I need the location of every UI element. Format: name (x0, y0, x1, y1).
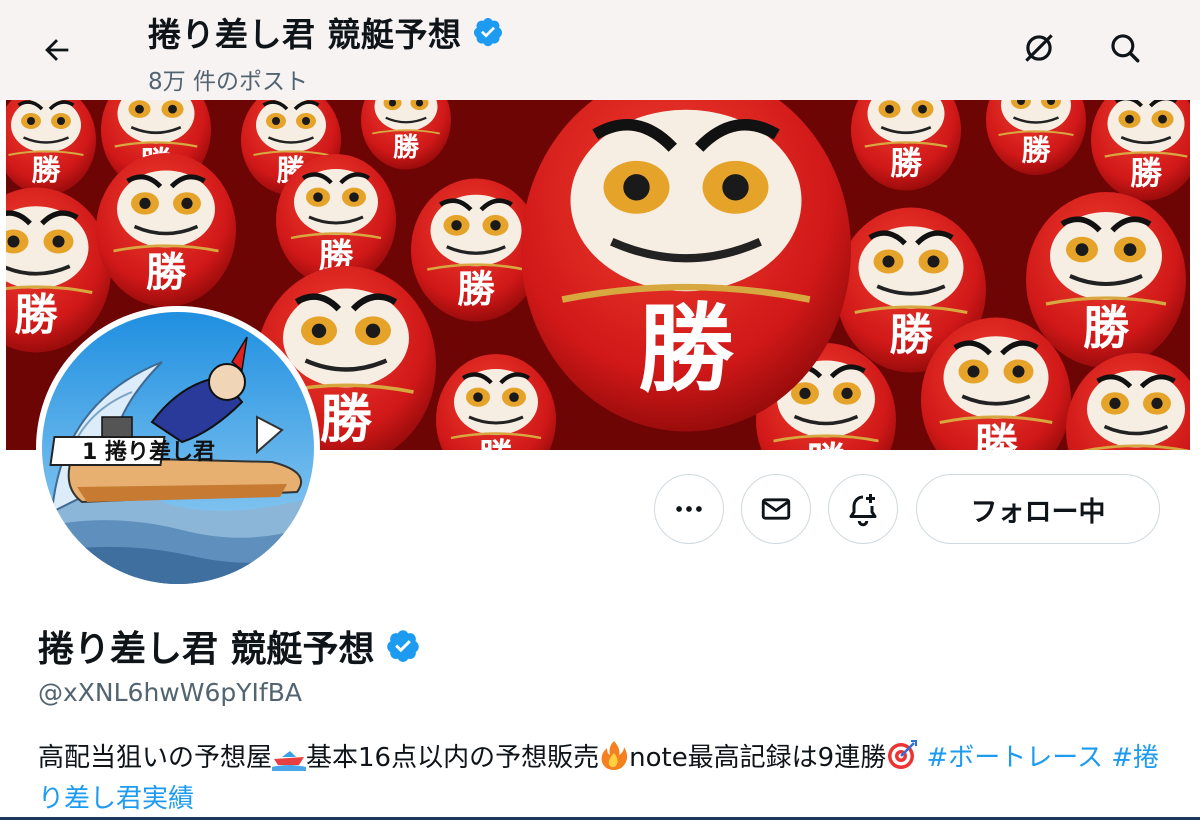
more-button[interactable] (654, 474, 724, 544)
notify-button[interactable] (828, 474, 898, 544)
bio-text-1: 高配当狙いの予想屋 (38, 743, 273, 773)
circle-slash-icon (1025, 34, 1053, 62)
hashtag-boatrace-link[interactable]: #ボートレース (927, 743, 1104, 773)
more-icon (676, 506, 702, 512)
search-icon (1111, 34, 1140, 63)
back-button[interactable] (34, 27, 80, 73)
profile-actions: フォロー中 (0, 474, 1200, 546)
following-button[interactable]: フォロー中 (916, 474, 1160, 544)
message-button[interactable] (741, 474, 811, 544)
display-name: 捲り差し君 競艇予想 (38, 629, 375, 670)
post-count: 8万 件のポスト (148, 69, 308, 95)
search-button[interactable] (1101, 24, 1149, 72)
header-title-text: 捲り差し君 競艇予想 (148, 15, 462, 54)
avatar-boat-label: 1 捲り差し君 (82, 439, 215, 465)
header-title: 捲り差し君 競艇予想 (148, 8, 504, 56)
user-handle: @xXNL6hwW6pYIfBA (38, 678, 302, 707)
bio-text-3: note最高記録は9連勝 (629, 743, 887, 773)
verified-badge-icon[interactable] (385, 628, 421, 664)
fire-emoji-icon (601, 741, 628, 770)
mail-icon (761, 498, 791, 520)
top-bar: 捲り差し君 競艇予想 8万 件のポスト (0, 0, 1200, 100)
profile-name: 捲り差し君 競艇予想 (38, 620, 421, 672)
bell-plus-icon (849, 494, 877, 527)
direct-hit-emoji-icon (888, 740, 918, 769)
no-sync-button[interactable] (1015, 24, 1063, 72)
arrow-left-icon (45, 39, 69, 61)
bio-text-2: 基本16点以内の予想販売 (306, 743, 600, 773)
profile-bio: 高配当狙いの予想屋 基本16点以内の予想販売 note最高記録は9連勝 #ボート… (38, 738, 1168, 820)
verified-badge-icon (473, 18, 502, 47)
speedboat-emoji-icon (272, 751, 307, 771)
profile-avatar[interactable]: 1 捲り差し君 (36, 306, 320, 590)
